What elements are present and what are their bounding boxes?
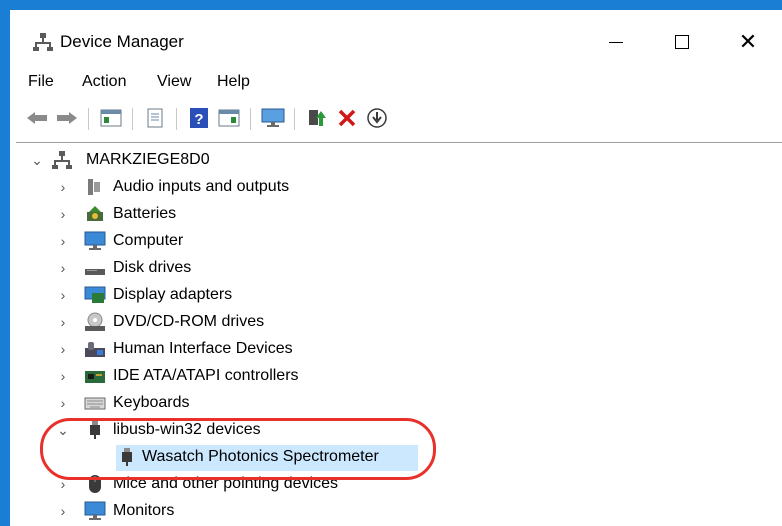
forward-button[interactable] — [54, 105, 80, 131]
show-hidden-button[interactable] — [142, 105, 168, 131]
uninstall-button[interactable] — [334, 105, 360, 131]
disk-drive-icon — [84, 258, 106, 278]
chevron-right-icon[interactable]: › — [56, 313, 70, 331]
toolbar-separator — [132, 108, 133, 130]
properties-panel-button[interactable] — [98, 105, 124, 131]
tree-item-audio[interactable]: › Audio inputs and outputs — [16, 174, 782, 201]
annotation-highlight-oval — [40, 418, 436, 480]
back-arrow-icon — [27, 112, 47, 124]
close-button[interactable]: ✕ — [720, 20, 776, 64]
help-icon: ? — [190, 108, 208, 128]
tree-item-label: Audio inputs and outputs — [113, 178, 290, 195]
chevron-right-icon[interactable]: › — [56, 259, 70, 277]
tree-root-row[interactable]: ⌄ MARKZIEGE8D0 — [16, 147, 782, 174]
battery-icon — [84, 204, 106, 224]
tree-item-ide[interactable]: › IDE ATA/ATAPI controllers — [16, 363, 782, 390]
chevron-right-icon[interactable]: › — [56, 394, 70, 412]
ide-controller-icon — [84, 366, 106, 386]
maximize-button[interactable] — [654, 20, 710, 64]
tree-item-label: Human Interface Devices — [113, 340, 293, 357]
device-manager-icon — [32, 32, 54, 52]
menu-help[interactable]: Help — [215, 72, 252, 92]
action-pane-icon — [218, 109, 240, 127]
tree-item-label: Computer — [113, 232, 184, 249]
menu-bar: File Action View Help — [10, 66, 782, 96]
tree-item-label: DVD/CD-ROM drives — [113, 313, 265, 330]
tree-item-label: IDE ATA/ATAPI controllers — [113, 367, 299, 384]
back-button[interactable] — [24, 105, 50, 131]
tree-item-batteries[interactable]: › Batteries — [16, 201, 782, 228]
hid-icon — [84, 339, 106, 359]
minimize-button[interactable] — [588, 20, 644, 64]
chevron-right-icon[interactable]: › — [56, 205, 70, 223]
monitor-button[interactable] — [260, 105, 286, 131]
tree-item-keyboards[interactable]: › Keyboards — [16, 390, 782, 417]
toolbar-separator — [176, 108, 177, 130]
tree-item-computer[interactable]: › Computer — [16, 228, 782, 255]
toolbar-separator — [294, 108, 295, 130]
chevron-right-icon[interactable]: › — [56, 232, 70, 250]
computer-network-icon — [51, 150, 73, 170]
speaker-icon — [84, 177, 106, 197]
keyboard-icon — [84, 393, 106, 413]
forward-arrow-icon — [57, 112, 77, 124]
monitor-icon — [84, 501, 106, 521]
window-title: Device Manager — [60, 32, 184, 51]
computer-monitor-icon — [84, 231, 106, 251]
window-frame-left — [0, 0, 10, 526]
tree-item-disk-drives[interactable]: › Disk drives — [16, 255, 782, 282]
maximize-icon — [675, 35, 689, 49]
toolbar: ? — [10, 96, 782, 140]
update-driver-button[interactable] — [304, 105, 330, 131]
monitor-icon — [261, 108, 285, 127]
tree-item-label: Display adapters — [113, 286, 233, 303]
display-adapter-icon — [84, 285, 106, 305]
chevron-right-icon[interactable]: › — [56, 286, 70, 304]
scan-download-button[interactable] — [364, 105, 390, 131]
update-driver-icon — [309, 110, 326, 126]
tree-item-monitors[interactable]: › Monitors — [16, 498, 782, 525]
toolbar-separator — [250, 108, 251, 130]
show-hidden-icon — [147, 108, 163, 128]
tree-item-label: Batteries — [113, 205, 177, 222]
chevron-right-icon[interactable]: › — [56, 502, 70, 520]
action-pane-button[interactable] — [216, 105, 242, 131]
menu-view[interactable]: View — [155, 72, 193, 92]
chevron-right-icon[interactable]: › — [56, 367, 70, 385]
properties-panel-icon — [100, 109, 122, 127]
chevron-right-icon[interactable]: › — [56, 178, 70, 196]
help-button[interactable]: ? — [186, 105, 212, 131]
tree-item-label: Disk drives — [113, 259, 192, 276]
tree-item-display-adapters[interactable]: › Display adapters — [16, 282, 782, 309]
tree-item-hid[interactable]: › Human Interface Devices — [16, 336, 782, 363]
svg-text:?: ? — [194, 111, 203, 128]
toolbar-separator — [88, 108, 89, 130]
minimize-icon — [609, 41, 623, 43]
menu-file[interactable]: File — [26, 72, 56, 92]
uninstall-x-icon — [338, 109, 356, 127]
window-frame-top — [0, 0, 782, 10]
title-bar[interactable]: Device Manager ✕ — [10, 10, 782, 66]
chevron-down-icon[interactable]: ⌄ — [30, 151, 44, 169]
tree-item-label: Monitors — [113, 502, 175, 519]
chevron-right-icon[interactable]: › — [56, 340, 70, 358]
menu-action[interactable]: Action — [80, 72, 128, 92]
close-icon: ✕ — [738, 29, 758, 54]
dvd-drive-icon — [84, 312, 106, 332]
scan-download-icon — [367, 108, 387, 128]
tree-item-label: Keyboards — [113, 394, 190, 411]
tree-root-label: MARKZIEGE8D0 — [86, 151, 210, 168]
tree-item-dvd[interactable]: › DVD/CD-ROM drives — [16, 309, 782, 336]
